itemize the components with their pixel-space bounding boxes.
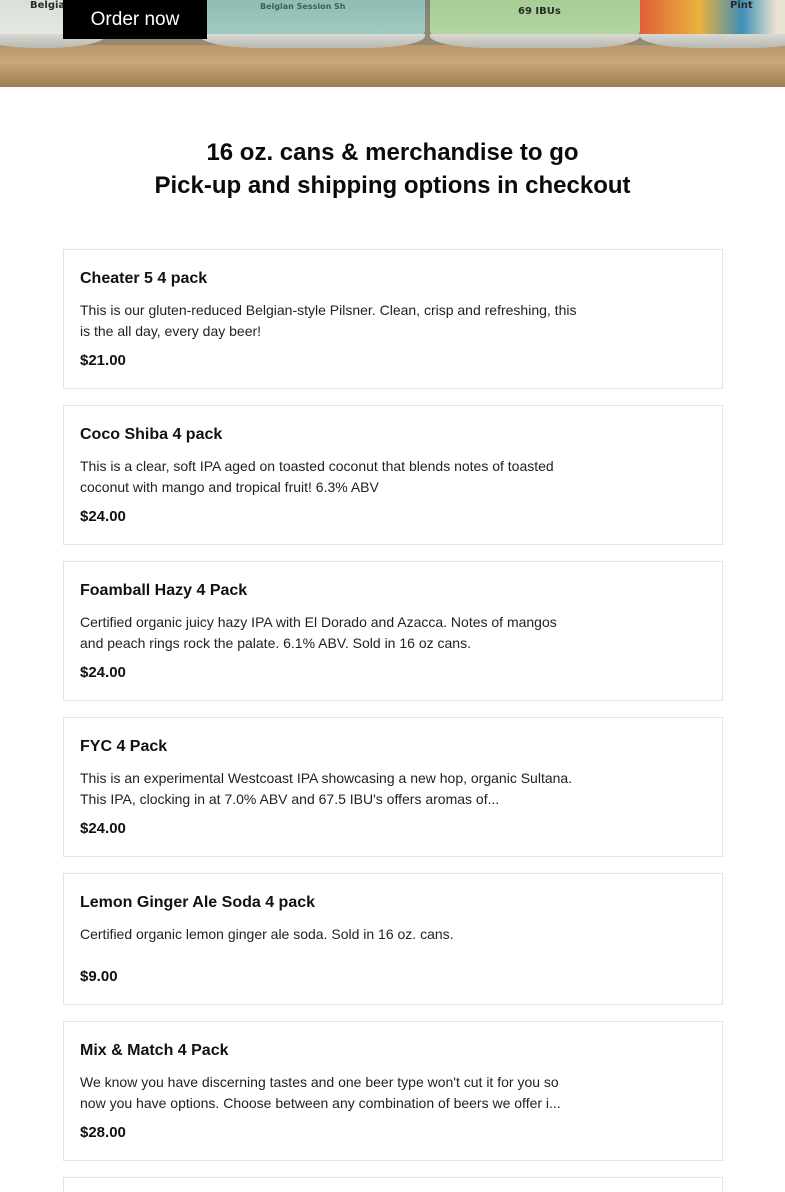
can-image: 69 IBUs [430,0,640,48]
hero-shelf [0,45,785,87]
product-price: $24.00 [80,820,126,837]
product-description: This is our gluten-reduced Belgian-style… [80,302,577,339]
product-card[interactable]: Cheater 5 4 pack This is our gluten-redu… [63,249,723,389]
product-description: This is a clear, soft IPA aged on toaste… [80,458,554,495]
product-price: $24.00 [80,664,126,681]
product-price: $28.00 [80,1124,126,1141]
product-description: This is an experimental Westcoast IPA sh… [80,770,573,807]
product-name[interactable]: Cheater 5 4 pack [80,270,207,288]
can-label: Pint [730,0,753,11]
hero-image: Belgia Belgian Session Sh 69 IBUs Pint O… [0,0,785,87]
can-label: Belgian Session Sh [260,2,346,11]
can-label: 69 IBUs [518,6,561,17]
product-card[interactable]: Foamball Hazy 4 Pack Certified organic j… [63,561,723,701]
product-name[interactable]: FYC 4 Pack [80,738,167,756]
can-label: Belgia [30,0,66,11]
product-price: $21.00 [80,352,126,369]
product-description: Certified organic juicy hazy IPA with El… [80,614,557,651]
section-heading: 16 oz. cans & merchandise to go Pick-up … [0,136,785,202]
can-image: Pint [640,0,785,48]
product-name[interactable]: Lemon Ginger Ale Soda 4 pack [80,894,315,912]
product-name[interactable]: Coco Shiba 4 pack [80,426,222,444]
can-image: Belgian Session Sh [200,0,425,48]
product-price: $24.00 [80,508,126,525]
product-card[interactable]: FYC 4 Pack This is an experimental Westc… [63,717,723,857]
product-name[interactable]: Mix & Match 4 Pack [80,1042,229,1060]
product-card[interactable] [63,1177,723,1192]
heading-line-2: Pick-up and shipping options in checkout [154,172,631,199]
product-name[interactable]: Foamball Hazy 4 Pack [80,582,247,600]
product-description: We know you have discerning tastes and o… [80,1074,561,1111]
product-card[interactable]: Lemon Ginger Ale Soda 4 pack Certified o… [63,873,723,1005]
product-card[interactable]: Mix & Match 4 Pack We know you have disc… [63,1021,723,1161]
order-now-button[interactable]: Order now [63,0,207,39]
product-card[interactable]: Coco Shiba 4 pack This is a clear, soft … [63,405,723,545]
product-description: Certified organic lemon ginger ale soda.… [80,926,454,942]
product-price: $9.00 [80,968,118,985]
heading-line-1: 16 oz. cans & merchandise to go [206,139,579,166]
